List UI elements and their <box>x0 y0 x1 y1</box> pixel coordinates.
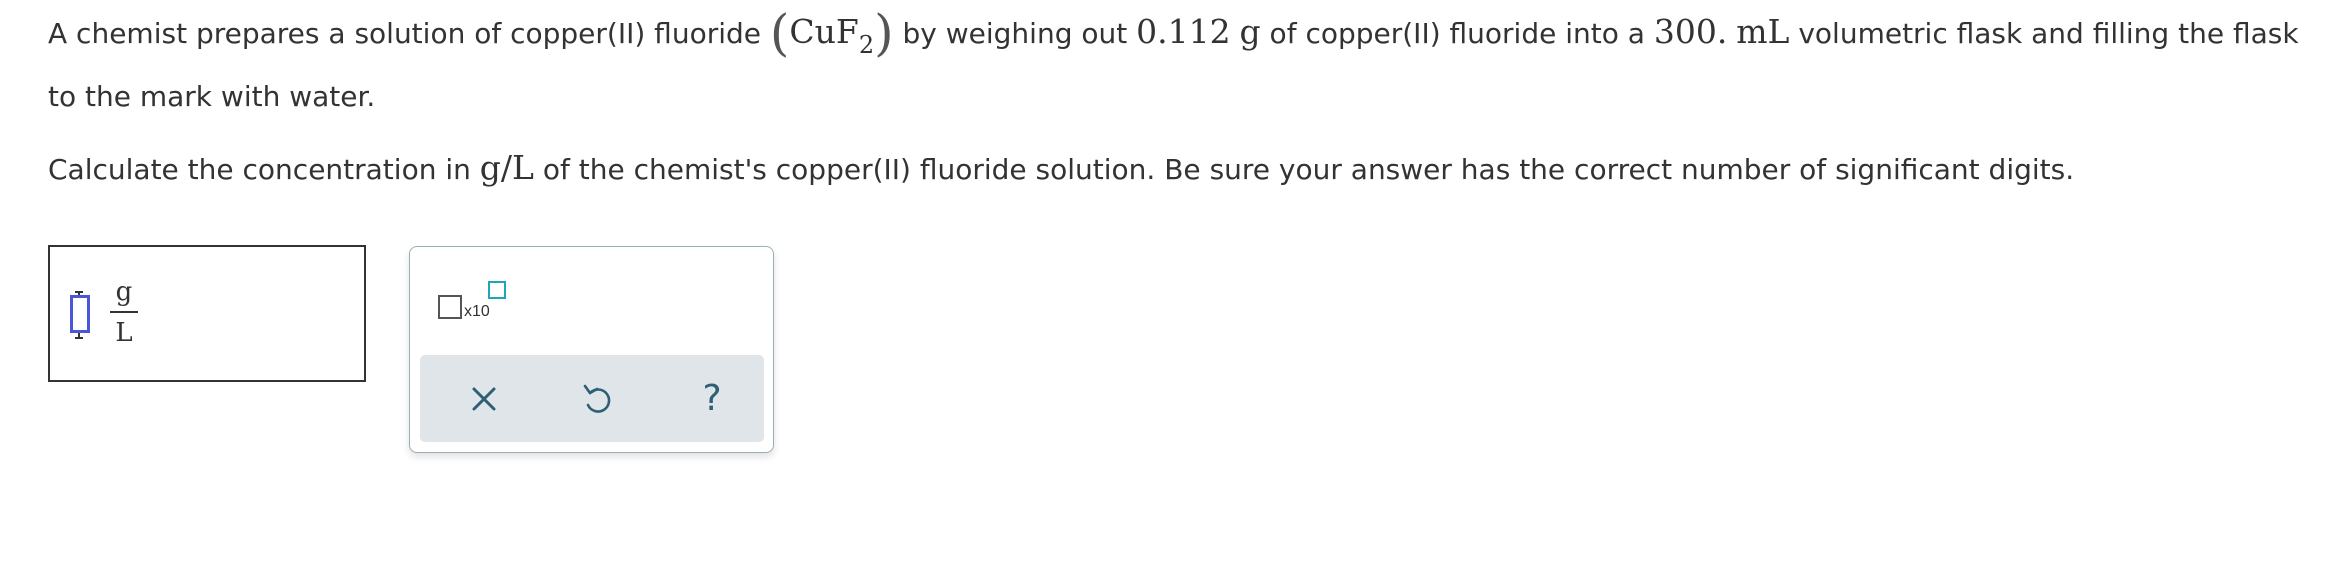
question-text-segment: Calculate the concentration in <box>48 153 480 186</box>
answer-value-field[interactable] <box>70 295 90 333</box>
volume-value: 300. <box>1653 12 1728 51</box>
question-text-segment: of the chemist's copper(II) fluoride sol… <box>533 153 2075 186</box>
answer-unit-fraction: g L <box>106 277 142 349</box>
question-paragraph-1: A chemist prepares a solution of copper(… <box>48 6 2318 123</box>
x10-label: x10 <box>464 303 490 320</box>
exponent-box-icon <box>488 281 506 299</box>
answer-tools-panel: x10 ? <box>409 246 774 453</box>
formula-paren-open: ( <box>769 4 790 62</box>
concentration-unit: g/L <box>479 148 534 187</box>
undo-button[interactable] <box>573 375 621 423</box>
scientific-notation-button[interactable]: x10 <box>438 275 518 335</box>
fraction-bar <box>110 311 138 313</box>
formula-subscript: 2 <box>858 31 875 59</box>
help-button[interactable]: ? <box>688 375 736 423</box>
question-text-segment: of copper(II) fluoride into a <box>1260 17 1654 50</box>
undo-icon <box>583 384 611 413</box>
mass-unit: g <box>1239 12 1261 51</box>
question-paragraph-2: Calculate the concentration in g/L of th… <box>48 142 2318 196</box>
mass-value: 0.112 <box>1136 12 1231 51</box>
clear-button[interactable] <box>460 375 508 423</box>
mantissa-box-icon <box>438 295 462 319</box>
action-bar: ? <box>420 355 764 442</box>
question-text-segment: A chemist prepares a solution of copper(… <box>48 17 770 50</box>
help-icon: ? <box>702 378 722 419</box>
close-icon <box>472 387 496 411</box>
formula-paren-close: ) <box>874 4 894 62</box>
answer-input-box[interactable]: g L <box>48 245 366 382</box>
question-text-segment: by weighing out <box>893 17 1137 50</box>
volume-unit: mL <box>1736 12 1790 51</box>
question-text: A chemist prepares a solution of copper(… <box>48 6 2318 196</box>
unit-numerator: g <box>115 277 133 307</box>
unit-denominator: L <box>115 318 133 348</box>
formula: CuF <box>789 12 859 51</box>
